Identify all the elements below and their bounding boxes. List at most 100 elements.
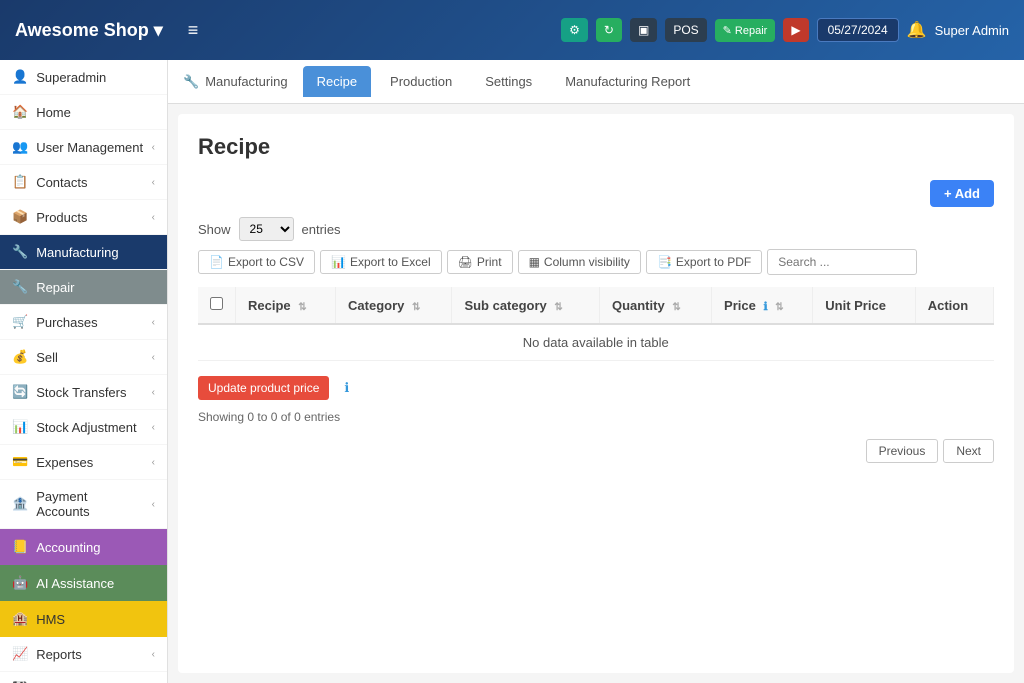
sidebar-item-administer-backup[interactable]: 💾 Administer Backup (0, 672, 167, 683)
export-pdf-label: Export to PDF (676, 255, 751, 269)
chevron-icon: ‹ (152, 499, 155, 510)
showing-text: Showing 0 to 0 of 0 entries (198, 410, 994, 424)
sidebar-item-ai-assistance[interactable]: 🤖 AI Assistance (0, 565, 167, 601)
column-visibility-label: Column visibility (544, 255, 630, 269)
export-csv-label: Export to CSV (228, 255, 304, 269)
main-content: 🔧 Manufacturing Recipe Production Settin… (168, 60, 1024, 683)
accounting-icon: 📒 (12, 539, 28, 555)
tab-production[interactable]: Production (376, 66, 466, 97)
sidebar-item-payment-accounts[interactable]: 🏦 Payment Accounts ‹ (0, 480, 167, 529)
sidebar-item-manufacturing[interactable]: 🔧 Manufacturing (0, 235, 167, 270)
sidebar-label: Contacts (36, 175, 87, 190)
category-sort-icon[interactable]: ⇅ (412, 302, 420, 313)
price-sort-icon[interactable]: ⇅ (775, 302, 783, 313)
sidebar-item-repair[interactable]: 🔧 Repair (0, 270, 167, 305)
recipe-col-header: Recipe ⇅ (236, 287, 336, 324)
sidebar-item-user-management[interactable]: 👥 User Management ‹ (0, 130, 167, 165)
export-csv-button[interactable]: 📄 Export to CSV (198, 250, 315, 274)
quantity-col-label: Quantity (612, 298, 665, 313)
brand-name[interactable]: Awesome Shop ▾ (15, 20, 163, 41)
sell-icon: 💰 (12, 349, 28, 365)
brand-arrow: ▾ (154, 20, 163, 41)
sidebar-label: Accounting (36, 540, 100, 555)
app-body: 👤 Superadmin 🏠 Home 👥 User Management ‹ … (0, 60, 1024, 683)
chevron-icon: ‹ (152, 387, 155, 398)
category-col-header: Category ⇅ (336, 287, 452, 324)
table-toolbar: Show 25 10 50 100 entries 📄 Export to CS… (198, 217, 994, 275)
home-icon: 🏠 (12, 104, 28, 120)
date-badge: 05/27/2024 (817, 18, 899, 42)
sidebar-item-expenses[interactable]: 💳 Expenses ‹ (0, 445, 167, 480)
chevron-icon: ‹ (152, 317, 155, 328)
sidebar-item-purchases[interactable]: 🛒 Purchases ‹ (0, 305, 167, 340)
next-button[interactable]: Next (943, 439, 994, 463)
no-data-row: No data available in table (198, 324, 994, 361)
pos-header-btn[interactable]: POS (665, 18, 706, 42)
sidebar-label: Expenses (36, 455, 93, 470)
products-icon: 📦 (12, 209, 28, 225)
ai-icon: 🤖 (12, 575, 28, 591)
sidebar-item-contacts[interactable]: 📋 Contacts ‹ (0, 165, 167, 200)
settings-header-btn[interactable]: ⚙ (561, 18, 588, 42)
select-all-checkbox[interactable] (210, 297, 223, 310)
recipe-table: Recipe ⇅ Category ⇅ Sub category ⇅ Qua (198, 287, 994, 361)
recipe-sort-icon[interactable]: ⇅ (298, 302, 306, 313)
repair-icon: 🔧 (12, 279, 28, 295)
price-col-label: Price (724, 298, 756, 313)
sidebar-item-superadmin[interactable]: 👤 Superadmin (0, 60, 167, 95)
sidebar-item-home[interactable]: 🏠 Home (0, 95, 167, 130)
sidebar: 👤 Superadmin 🏠 Home 👥 User Management ‹ … (0, 60, 168, 683)
top-header: Awesome Shop ▾ ≡ ⚙ ↻ ▣ POS ✎ Repair ▶ 05… (0, 0, 1024, 60)
sidebar-label: Reports (36, 647, 82, 662)
column-visibility-icon: ▦ (529, 255, 540, 269)
sidebar-label: Home (36, 105, 71, 120)
update-product-price-button[interactable]: Update product price (198, 376, 329, 400)
checkbox-header (198, 287, 236, 324)
quantity-col-header: Quantity ⇅ (599, 287, 711, 324)
unit-price-col-header: Unit Price (813, 287, 915, 324)
tab-settings[interactable]: Settings (471, 66, 546, 97)
add-recipe-button[interactable]: + Add (930, 180, 994, 207)
bell-icon[interactable]: 🔔 (907, 20, 927, 40)
sidebar-item-sell[interactable]: 💰 Sell ‹ (0, 340, 167, 375)
print-button[interactable]: 🖨 Print (447, 250, 513, 274)
entries-select[interactable]: 25 10 50 100 (239, 217, 294, 241)
column-visibility-button[interactable]: ▦ Column visibility (518, 250, 641, 274)
show-label: Show (198, 222, 231, 237)
sidebar-label: HMS (36, 612, 65, 627)
expenses-icon: 💳 (12, 454, 28, 470)
sidebar-item-hms[interactable]: 🏨 HMS (0, 601, 167, 637)
superadmin-icon: 👤 (12, 69, 28, 85)
sidebar-item-stock-transfers[interactable]: 🔄 Stock Transfers ‹ (0, 375, 167, 410)
price-info-icon[interactable]: ℹ (763, 301, 767, 313)
previous-button[interactable]: Previous (866, 439, 939, 463)
tab-manufacturing-report[interactable]: Manufacturing Report (551, 66, 704, 97)
sidebar-label: Manufacturing (36, 245, 118, 260)
chevron-icon: ‹ (152, 457, 155, 468)
sub-category-col-label: Sub category (464, 298, 546, 313)
export-pdf-icon: 📑 (657, 255, 672, 269)
quantity-sort-icon[interactable]: ⇅ (672, 302, 680, 313)
export-pdf-button[interactable]: 📑 Export to PDF (646, 250, 762, 274)
contacts-icon: 📋 (12, 174, 28, 190)
sidebar-item-accounting[interactable]: 📒 Accounting (0, 529, 167, 565)
video-header-btn[interactable]: ▶ (783, 18, 808, 42)
search-input[interactable] (767, 249, 917, 275)
hamburger-button[interactable]: ≡ (188, 20, 199, 41)
repair-header-btn[interactable]: ✎ Repair (715, 19, 776, 42)
tab-recipe[interactable]: Recipe (303, 66, 371, 97)
refresh-header-btn[interactable]: ↻ (596, 18, 622, 42)
update-info-icon[interactable]: ℹ (344, 380, 349, 396)
export-excel-button[interactable]: 📊 Export to Excel (320, 250, 442, 274)
bottom-toolbar: Update product price ℹ (198, 376, 994, 400)
action-col-header: Action (915, 287, 993, 324)
sub-category-sort-icon[interactable]: ⇅ (554, 302, 562, 313)
sidebar-item-reports[interactable]: 📈 Reports ‹ (0, 637, 167, 672)
no-data-cell: No data available in table (198, 324, 994, 361)
price-col-header: Price ℹ ⇅ (712, 287, 813, 324)
sidebar-label: Repair (36, 280, 74, 295)
brand-text: Awesome Shop (15, 20, 149, 41)
sidebar-item-stock-adjustment[interactable]: 📊 Stock Adjustment ‹ (0, 410, 167, 445)
sidebar-item-products[interactable]: 📦 Products ‹ (0, 200, 167, 235)
monitor-header-btn[interactable]: ▣ (630, 18, 657, 42)
